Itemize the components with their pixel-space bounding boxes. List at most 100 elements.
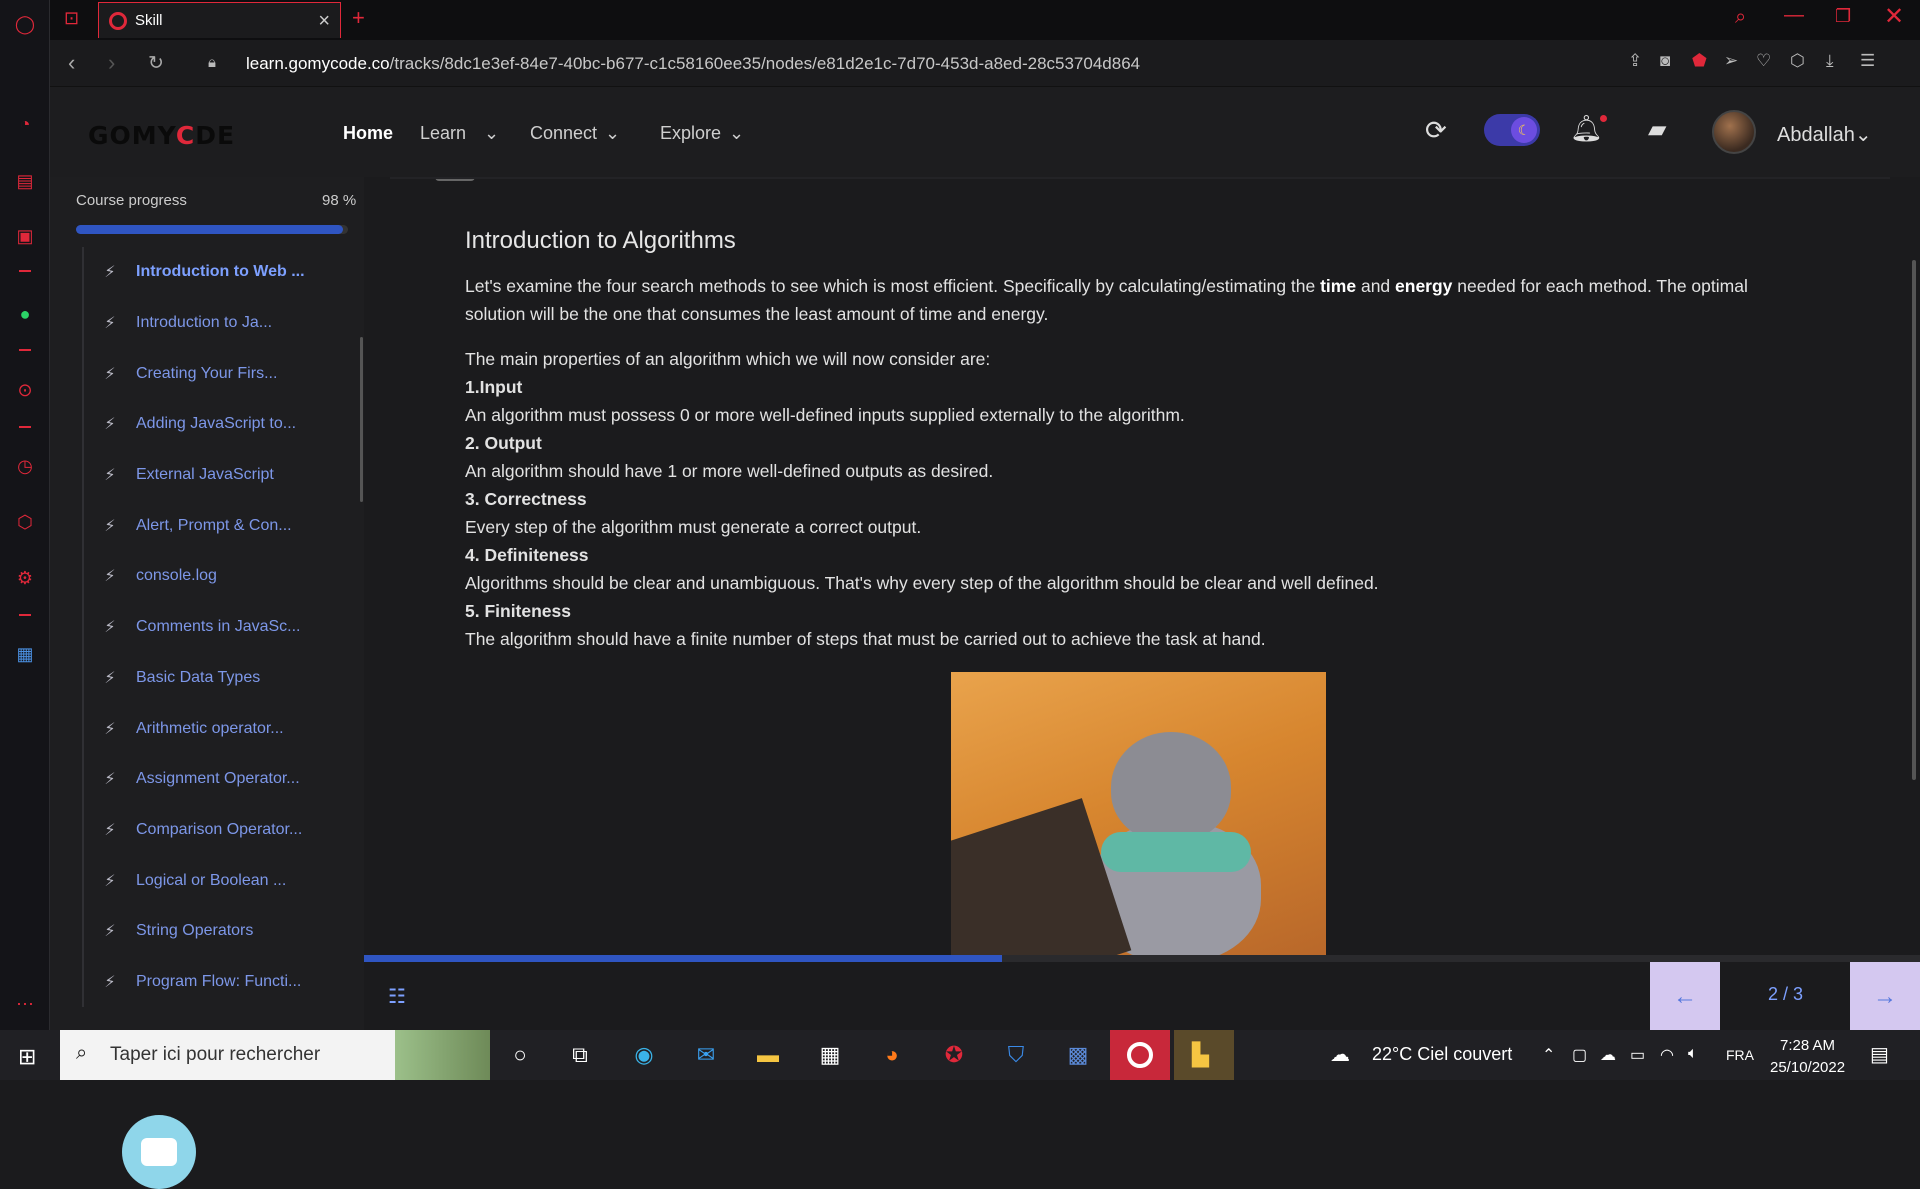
nav-explore[interactable]: Explore ⌄ — [660, 123, 744, 144]
next-slide-button[interactable]: → — [1850, 962, 1920, 1032]
lesson-item[interactable]: ⚡︎ Creating Your Firs... — [84, 348, 344, 399]
lightning-icon: ⚡︎ — [104, 365, 116, 383]
notifications-icon[interactable]: ▤ — [1870, 1042, 1889, 1067]
new-tab-icon[interactable]: + — [352, 5, 365, 31]
lesson-list-scrollbar[interactable] — [360, 337, 363, 502]
lesson-item[interactable]: ⚡︎ Basic Data Types — [84, 653, 344, 704]
store-icon[interactable]: ▦ — [814, 1040, 846, 1070]
speed-dial-icon[interactable]: ◔ — [13, 112, 37, 136]
intro-text: and — [1356, 276, 1396, 296]
history-icon[interactable]: ◷ — [13, 454, 37, 478]
lesson-item[interactable]: ⚡︎ External JavaScript — [84, 450, 344, 501]
cortana-icon[interactable]: ○ — [504, 1040, 536, 1070]
back-icon[interactable]: ‹ — [68, 50, 75, 76]
clock-time: 7:28 AM — [1780, 1037, 1836, 1054]
cat-scarf-shape — [1101, 832, 1251, 872]
firefox-icon[interactable]: ◕ — [876, 1040, 908, 1070]
settings-gear-icon[interactable]: ⚙ — [13, 566, 37, 590]
defender-icon[interactable]: ⛉ — [1000, 1040, 1032, 1070]
lesson-item[interactable]: ⚡︎ Introduction to Web ... — [84, 247, 344, 298]
minimize-icon[interactable]: — — [1784, 4, 1804, 27]
gomycode-logo[interactable]: GOMYCDE — [88, 121, 235, 150]
lesson-item[interactable]: ⚡︎ Program Flow: Functi... — [84, 957, 344, 1008]
windows-start-icon[interactable]: ⊞ — [18, 1044, 36, 1070]
more-options-icon[interactable]: ⋯ — [13, 992, 37, 1016]
url-host: learn.gomycode.co — [246, 54, 390, 73]
forward-icon[interactable]: › — [108, 50, 115, 76]
lesson-item[interactable]: ⚡︎ Logical or Boolean ... — [84, 855, 344, 906]
tray-chevron-up-icon[interactable]: ⌃ — [1542, 1045, 1555, 1065]
chevron-down-icon: ⌄ — [484, 123, 500, 143]
close-window-icon[interactable]: ✕ — [1884, 2, 1904, 31]
easy-setup-icon[interactable]: ☰ — [1860, 51, 1875, 71]
system-clock[interactable]: 7:28 AM 25/10/2022 — [1770, 1035, 1845, 1079]
support-chat-button[interactable] — [122, 1115, 196, 1189]
avatar[interactable] — [1712, 110, 1756, 154]
app-red-icon[interactable]: ✪ — [938, 1040, 970, 1070]
nav-learn[interactable]: Learn ⌄ — [420, 123, 499, 144]
lesson-item[interactable]: ⚡︎ Alert, Prompt & Con... — [84, 500, 344, 551]
content-scrollbar[interactable] — [1912, 260, 1916, 780]
share-icon[interactable]: ⇪ — [1628, 51, 1642, 71]
lesson-item[interactable]: ⚡︎ Comparison Operator... — [84, 805, 344, 856]
lesson-item[interactable]: ⚡︎ String Operators — [84, 906, 344, 957]
close-tab-icon[interactable]: × — [318, 10, 330, 33]
lesson-item[interactable]: ⚡︎ console.log — [84, 551, 344, 602]
adblock-shield-icon[interactable]: ⬟ — [1692, 51, 1707, 71]
teams-icon[interactable]: ▩ — [1062, 1040, 1094, 1070]
lesson-title-text: Adding JavaScript to... — [136, 415, 297, 433]
cube-icon[interactable]: ⬡ — [1790, 51, 1805, 71]
explorer-taskbar-button[interactable]: ▙ — [1174, 1030, 1234, 1080]
lesson-item[interactable]: ⚡︎ Adding JavaScript to... — [84, 399, 344, 450]
chat-icon[interactable]: ▰ — [1648, 115, 1666, 144]
opera-taskbar-button[interactable] — [1110, 1030, 1170, 1080]
heart-icon[interactable]: ♡ — [1756, 51, 1771, 71]
opera-logo-icon[interactable]: ◯ — [13, 12, 37, 36]
lesson-item[interactable]: ⚡︎ Comments in JavaSc... — [84, 602, 344, 653]
chat-bubble-icon — [141, 1138, 177, 1166]
lesson-item[interactable]: ⚡︎ Introduction to Ja... — [84, 298, 344, 349]
reload-icon[interactable]: ↻ — [148, 52, 164, 75]
download-icon[interactable]: ⤓ — [1826, 51, 1834, 71]
nav-connect[interactable]: Connect ⌄ — [530, 123, 620, 144]
lightning-icon: ⚡︎ — [104, 720, 116, 738]
weather-text[interactable]: 22°C Ciel couvert — [1372, 1044, 1512, 1065]
taskbar-search[interactable]: ⌕ Taper ici pour rechercher — [60, 1030, 490, 1080]
table-of-contents-icon[interactable]: ☷ — [388, 984, 406, 1009]
volume-icon[interactable]: 🔈︎ — [1688, 1045, 1698, 1063]
lesson-item[interactable]: ⚡︎ Arithmetic operator... — [84, 703, 344, 754]
input-language[interactable]: FRA — [1726, 1047, 1754, 1063]
twitch-icon[interactable]: ▣ — [13, 224, 37, 248]
tray-app-icon[interactable]: ▢ — [1572, 1045, 1587, 1065]
lesson-item[interactable]: ⚡︎ Assignment Operator... — [84, 754, 344, 805]
slide-progress-bar — [364, 955, 1920, 962]
translate-icon[interactable]: ▦ — [13, 642, 37, 666]
gamepad-icon[interactable]: ⊡ — [64, 8, 79, 29]
send-icon[interactable]: ➢ — [1724, 51, 1738, 71]
mail-icon[interactable]: ✉ — [690, 1040, 722, 1070]
edge-icon[interactable]: ◉ — [628, 1040, 660, 1070]
file-explorer-icon[interactable]: ▬ — [752, 1040, 784, 1070]
dark-mode-toggle[interactable]: ☾ — [1484, 114, 1540, 146]
nav-home[interactable]: Home — [343, 123, 393, 144]
search-tabs-icon[interactable]: ⌕ — [1735, 6, 1746, 29]
wifi-icon[interactable]: ◠ — [1660, 1045, 1674, 1065]
lesson-list: ⚡︎ Introduction to Web ... ⚡︎ Introduction … — [82, 247, 344, 1008]
task-view-icon[interactable]: ⧉ — [564, 1040, 596, 1070]
battery-icon[interactable]: ▭ — [1630, 1045, 1645, 1065]
lesson-title-text: Basic Data Types — [136, 668, 261, 686]
user-menu[interactable]: Abdallah⌄ — [1777, 122, 1872, 147]
nav-connect-label: Connect — [530, 123, 598, 143]
previous-slide-button[interactable]: ← — [1650, 962, 1720, 1032]
onedrive-icon[interactable]: ☁ — [1600, 1045, 1616, 1065]
tab-skill[interactable]: Skill × — [98, 2, 341, 38]
url-field[interactable]: learn.gomycode.co/tracks/8dc1e3ef-84e7-4… — [246, 54, 1140, 74]
briefcase-icon[interactable]: ▤ — [13, 169, 37, 193]
restore-icon[interactable]: ❐ — [1835, 6, 1851, 27]
camera-icon[interactable]: ◙ — [1660, 51, 1670, 71]
player-icon[interactable]: ⊙ — [13, 378, 37, 402]
whatsapp-icon[interactable]: ● — [13, 302, 37, 326]
sync-icon[interactable]: ⟳ — [1425, 115, 1447, 146]
extensions-cube-icon[interactable]: ⬡ — [13, 510, 37, 534]
bell-icon[interactable]: 🔔︎ — [1570, 113, 1608, 144]
